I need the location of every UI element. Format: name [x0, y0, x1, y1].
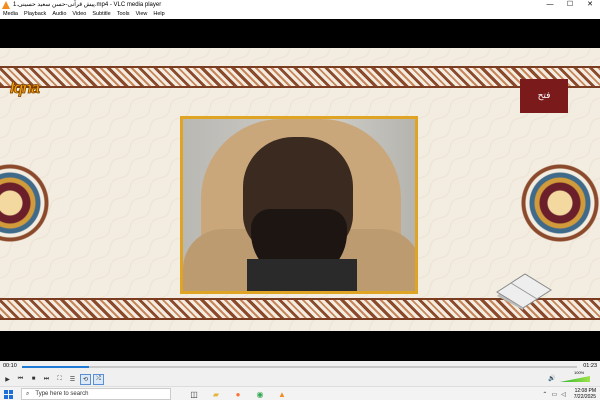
- current-time: 00:10: [3, 363, 17, 369]
- speaker-icon[interactable]: 🔊: [548, 375, 555, 382]
- search-icon: ⌕: [26, 390, 30, 397]
- seek-progress: [22, 366, 89, 368]
- menu-media[interactable]: Media: [3, 10, 18, 19]
- volume-control[interactable]: 🔊 100%: [548, 370, 594, 384]
- task-view-icon[interactable]: ◫: [188, 388, 200, 400]
- minimize-button[interactable]: —: [540, 0, 560, 10]
- fullscreen-button[interactable]: ⛶: [54, 374, 65, 385]
- menu-audio[interactable]: Audio: [52, 10, 66, 19]
- volume-icon[interactable]: ◁: [561, 391, 566, 398]
- windows-taskbar: ⌕ Type here to search ◫ ▰ ● ◉ ▲ ⌃ ▭ ◁ 12…: [0, 386, 600, 400]
- volume-label: 100%: [574, 370, 585, 375]
- taskbar-clock[interactable]: 12:08 PM 7/22/2025: [574, 388, 596, 400]
- video-speaker: [180, 116, 418, 294]
- clock-date: 7/22/2025: [573, 394, 596, 400]
- random-button[interactable]: ⤮: [93, 373, 104, 385]
- menu-view[interactable]: View: [136, 10, 148, 19]
- medallion-right: [520, 163, 600, 243]
- total-time: 01:23: [583, 363, 597, 369]
- quran-book-icon: [496, 273, 552, 310]
- channel-logo: فتح: [520, 79, 568, 113]
- loop-button[interactable]: ⟲: [80, 373, 91, 385]
- playback-controls: 00:10 01:23 ▶ ⏮ ■ ⏭ ⛶ ☰ ⟲ ⤮ 🔊 100%: [0, 361, 600, 386]
- network-icon[interactable]: ▭: [551, 391, 557, 398]
- vlc-window: 1.پیش قرآنی-حسن سعید حسینی.mp4 - VLC med…: [0, 0, 600, 400]
- window-title: 1.پیش قرآنی-حسن سعید حسینی.mp4 - VLC med…: [13, 2, 162, 8]
- iqna-logo: Iqna: [10, 80, 41, 98]
- menu-playback[interactable]: Playback: [24, 10, 46, 19]
- seek-bar[interactable]: [22, 366, 577, 368]
- taskbar-search[interactable]: ⌕ Type here to search: [21, 388, 171, 400]
- windows-start-icon[interactable]: [4, 390, 13, 399]
- file-explorer-icon[interactable]: ▰: [210, 388, 222, 400]
- ornament-border-top: [0, 68, 600, 86]
- playlist-button[interactable]: ☰: [67, 374, 78, 385]
- window-controls: — ☐ ✕: [540, 0, 600, 10]
- menu-subtitle[interactable]: Subtitle: [92, 10, 110, 19]
- system-tray: ⌃ ▭ ◁ 12:08 PM 7/22/2025: [542, 387, 596, 400]
- chevron-up-icon[interactable]: ⌃: [542, 391, 547, 398]
- menu-help[interactable]: Help: [153, 10, 164, 19]
- volume-slider[interactable]: [560, 376, 590, 382]
- play-button[interactable]: ▶: [2, 374, 13, 385]
- firefox-icon[interactable]: ●: [232, 388, 244, 400]
- vlc-cone-icon: [2, 1, 10, 9]
- search-placeholder: Type here to search: [35, 391, 89, 397]
- menu-video[interactable]: Video: [72, 10, 86, 19]
- menu-bar: Media Playback Audio Video Subtitle Tool…: [0, 10, 600, 19]
- chrome-icon[interactable]: ◉: [254, 388, 266, 400]
- stop-button[interactable]: ■: [28, 374, 39, 385]
- next-button[interactable]: ⏭: [41, 374, 52, 385]
- previous-button[interactable]: ⏮: [15, 374, 26, 385]
- video-display[interactable]: Iqna فتح: [0, 19, 600, 361]
- maximize-button[interactable]: ☐: [560, 0, 580, 10]
- menu-tools[interactable]: Tools: [117, 10, 130, 19]
- vlc-taskbar-icon[interactable]: ▲: [276, 388, 288, 400]
- video-frame: [0, 48, 600, 331]
- close-button[interactable]: ✕: [580, 0, 600, 10]
- title-bar[interactable]: 1.پیش قرآنی-حسن سعید حسینی.mp4 - VLC med…: [0, 0, 600, 10]
